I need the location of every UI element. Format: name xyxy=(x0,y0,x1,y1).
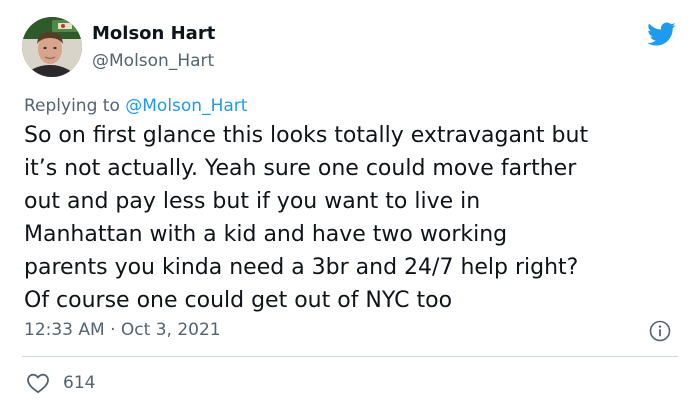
replying-to: Replying to @Molson_Hart xyxy=(24,94,247,118)
author-name[interactable]: Molson Hart xyxy=(92,22,215,46)
author-handle[interactable]: @Molson_Hart xyxy=(92,49,214,73)
avatar-image xyxy=(22,17,82,77)
twitter-bird-icon[interactable] xyxy=(644,19,678,49)
tweet-text: So on first glance this looks totally ex… xyxy=(24,123,589,313)
replying-to-prefix: Replying to xyxy=(24,96,126,116)
reply-handle-link[interactable]: @Molson_Hart xyxy=(125,96,247,116)
tweet-card: Molson Hart @Molson_Hart Replying to @Mo… xyxy=(0,0,700,410)
avatar[interactable] xyxy=(22,17,82,77)
heart-icon[interactable] xyxy=(26,372,50,394)
divider xyxy=(22,356,678,357)
info-icon[interactable] xyxy=(648,319,672,343)
like-count: 614 xyxy=(63,373,96,393)
tweet-timestamp[interactable]: 12:33 AM · Oct 3, 2021 xyxy=(24,318,221,342)
